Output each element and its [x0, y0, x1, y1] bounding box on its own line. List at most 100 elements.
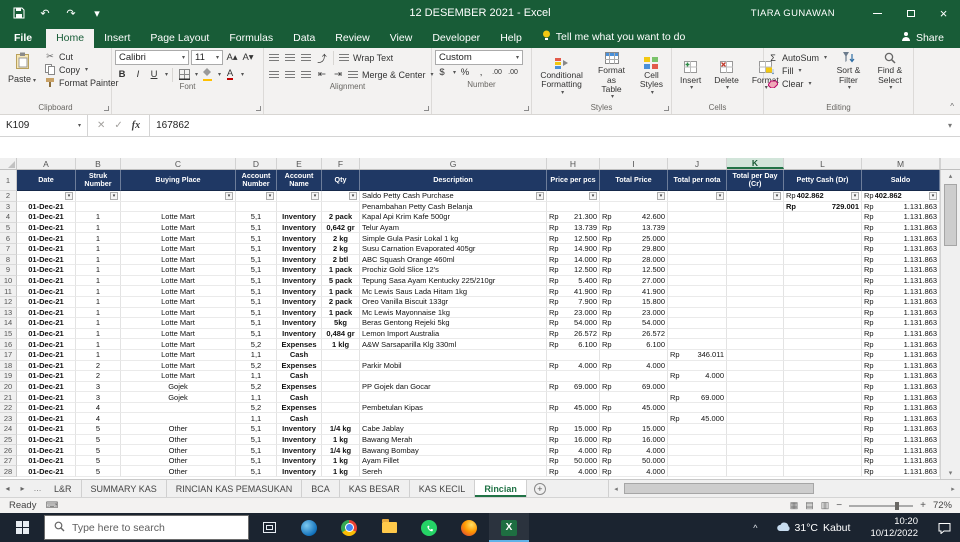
cell[interactable]: 3 [76, 392, 121, 403]
cell[interactable] [727, 466, 784, 478]
cell[interactable]: Rp 4.000 [668, 371, 727, 382]
filter-cell[interactable]: ▾ [17, 191, 76, 202]
cell[interactable]: 01-Dec-21 [17, 349, 76, 361]
close-button[interactable]: × [927, 0, 960, 26]
row-number[interactable]: 8 [0, 254, 17, 266]
collapse-ribbon-icon[interactable]: ^ [950, 102, 954, 111]
cell[interactable] [322, 402, 360, 414]
cell[interactable]: Rp 1.131.863 [862, 243, 940, 255]
row-number[interactable]: 6 [0, 233, 17, 244]
view-page-break-icon[interactable]: ▥ [821, 500, 830, 511]
cell[interactable] [727, 243, 784, 255]
cell[interactable]: Lotte Mart [121, 296, 236, 308]
cell[interactable]: Rp 42.600 [600, 212, 668, 223]
cell[interactable]: Inventory [277, 222, 322, 234]
comma-style-icon[interactable]: , [474, 65, 488, 80]
cell[interactable] [727, 381, 784, 393]
column-header-M[interactable]: M [862, 158, 940, 169]
cell[interactable]: Rp 50.000 [547, 455, 600, 467]
align-left-icon[interactable] [267, 67, 281, 82]
zoom-level[interactable]: 72% [933, 500, 952, 511]
cell[interactable]: Rp 41.900 [600, 286, 668, 297]
cell[interactable]: Inventory [277, 254, 322, 266]
clear-button[interactable]: Clear ▾ [767, 78, 827, 89]
dialog-launcher-icon[interactable] [256, 106, 261, 111]
cell[interactable]: Inventory [277, 466, 322, 478]
format-painter-button[interactable]: Format Painter [44, 77, 119, 88]
cell[interactable]: 4 [76, 402, 121, 414]
cell[interactable]: Lotte Mart [121, 275, 236, 287]
cell[interactable] [784, 286, 862, 297]
cell[interactable]: Inventory [277, 328, 322, 340]
align-middle-icon[interactable] [283, 50, 297, 65]
cell[interactable] [727, 254, 784, 266]
cell[interactable]: 1 [76, 286, 121, 297]
cell[interactable] [600, 349, 668, 361]
cell[interactable]: Inventory [277, 265, 322, 276]
cell[interactable]: Lotte Mart [121, 286, 236, 297]
cell[interactable]: Rp 12.500 [600, 265, 668, 276]
filter-cell[interactable]: ▾ [600, 191, 668, 202]
cell[interactable] [727, 201, 784, 213]
cell[interactable] [727, 392, 784, 403]
cell[interactable]: Rp 69.000 [547, 381, 600, 393]
sheet-tab-l-r[interactable]: L&R [45, 480, 82, 497]
select-all-button[interactable] [0, 158, 17, 169]
cell[interactable]: 5,1 [236, 466, 277, 478]
cell[interactable] [76, 201, 121, 213]
cell[interactable]: 1 [76, 222, 121, 234]
cell[interactable]: Cash [277, 392, 322, 403]
new-sheet-button[interactable]: + [533, 483, 546, 495]
cell[interactable]: Prochiz Gold Slice 12's [360, 265, 547, 276]
cell[interactable]: 1,1 [236, 349, 277, 361]
horizontal-scroll-thumb[interactable] [624, 483, 814, 494]
firefox-button[interactable] [449, 513, 489, 542]
cell[interactable]: 1/4 kg [322, 445, 360, 456]
cell[interactable]: 1 [76, 296, 121, 308]
cell[interactable] [360, 371, 547, 382]
conditional-formatting-button[interactable]: Conditional Formatting ▾ [535, 56, 588, 98]
cell[interactable]: 1 [76, 254, 121, 266]
delete-cells-button[interactable]: Delete ▾ [709, 60, 744, 92]
zoom-slider[interactable] [849, 501, 914, 510]
orientation-icon[interactable]: ⤴ [315, 50, 329, 65]
cell[interactable]: Rp 26.572 [600, 328, 668, 340]
cell[interactable]: Rp 1.131.863 [862, 466, 940, 478]
cell[interactable] [727, 371, 784, 382]
cell[interactable] [784, 424, 862, 435]
whatsapp-button[interactable] [409, 513, 449, 542]
cell[interactable]: Telur Ayam [360, 222, 547, 234]
cell[interactable]: Inventory [277, 212, 322, 223]
cell[interactable]: 5 [76, 434, 121, 446]
cell[interactable]: Cash [277, 413, 322, 425]
cell[interactable] [668, 328, 727, 340]
cell[interactable] [600, 392, 668, 403]
filter-cell[interactable]: Saldo Petty Cash Purchase ▾ [360, 191, 547, 202]
cell[interactable]: Rp 1.131.863 [862, 212, 940, 223]
column-header-D[interactable]: D [236, 158, 277, 169]
cell[interactable]: 0,642 gr [322, 222, 360, 234]
format-as-table-button[interactable]: Format as Table ▾ [591, 51, 632, 102]
cell[interactable] [668, 424, 727, 435]
cell[interactable]: 01-Dec-21 [17, 360, 76, 372]
cell[interactable]: Rp 4.000 [600, 466, 668, 478]
cell[interactable]: 01-Dec-21 [17, 254, 76, 266]
cell[interactable] [727, 455, 784, 467]
cell[interactable] [668, 265, 727, 276]
cell[interactable]: 5 [76, 445, 121, 456]
cell[interactable]: Rp 1.131.863 [862, 402, 940, 414]
fill-color-icon[interactable] [200, 67, 214, 82]
increase-font-size-icon[interactable]: A▴ [225, 50, 239, 65]
cell[interactable]: 01-Dec-21 [17, 243, 76, 255]
cell[interactable] [784, 254, 862, 266]
cell[interactable]: 5 [76, 455, 121, 467]
cell[interactable]: 1,1 [236, 392, 277, 403]
cell[interactable] [727, 233, 784, 244]
cell[interactable]: Rp 14.900 [547, 243, 600, 255]
cell[interactable]: Rp 4.000 [600, 360, 668, 372]
cell[interactable]: Sereh [360, 466, 547, 478]
view-page-layout-icon[interactable]: ▤ [805, 500, 814, 511]
fill-button[interactable]: ↓ Fill ▾ [767, 65, 827, 76]
cell[interactable]: Pembetulan Kipas [360, 402, 547, 414]
cell[interactable] [668, 434, 727, 446]
